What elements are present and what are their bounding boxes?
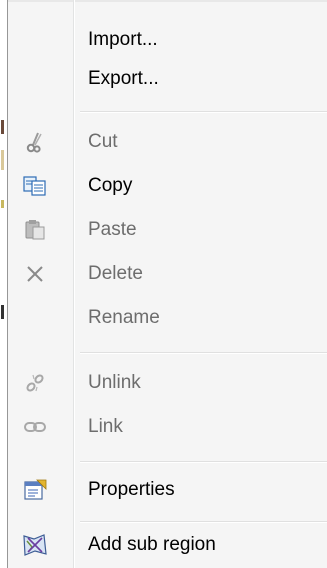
menu-item-label: Copy [88,175,133,196]
menu-item-label: Export... [88,68,159,89]
menu-item-label: Add sub region [88,534,216,555]
delete-x-icon [22,262,48,286]
properties-icon [22,478,48,502]
menu-item-label: Unlink [88,372,141,393]
background-mark [1,305,4,319]
menu-item-label: Link [88,416,123,437]
menu-item-import[interactable]: Import... [8,22,327,58]
scissors-icon [22,130,48,154]
background-mark [1,150,4,170]
menu-separator [80,111,327,113]
menu-item-paste[interactable]: Paste [8,212,327,248]
menu-item-label: Properties [88,479,175,500]
menu-item-properties[interactable]: Properties [8,472,327,508]
menu-item-unlink[interactable]: Unlink [8,365,327,401]
menu-item-link[interactable]: Link [8,409,327,445]
unlink-icon [22,371,48,395]
menu-item-export[interactable]: Export... [8,61,327,97]
menu-item-copy[interactable]: Copy [8,168,327,204]
menu-item-rename[interactable]: Rename [8,300,327,336]
copy-icon [22,174,48,198]
menu-item-label: Paste [88,219,137,240]
menu-item-delete[interactable]: Delete [8,256,327,292]
background-mark [1,200,4,208]
add-sub-region-icon [22,533,48,557]
menu-item-label: Import... [88,29,158,50]
background-mark [1,120,4,134]
menu-item-label: Delete [88,263,143,284]
paste-icon [22,218,48,242]
menu-item-cut[interactable]: Cut [8,124,327,160]
menu-top-edge [8,0,327,2]
menu-item-label: Rename [88,307,160,328]
menu-item-label: Cut [88,131,118,152]
menu-item-add-sub-region[interactable]: Add sub region [8,527,327,563]
background-window-edge [0,0,7,568]
menu-separator [80,352,327,354]
menu-separator [80,521,327,523]
menu-separator [80,461,327,463]
link-icon [22,415,48,439]
context-menu: Import... Export... Cut Copy Paste Delet… [7,0,327,568]
